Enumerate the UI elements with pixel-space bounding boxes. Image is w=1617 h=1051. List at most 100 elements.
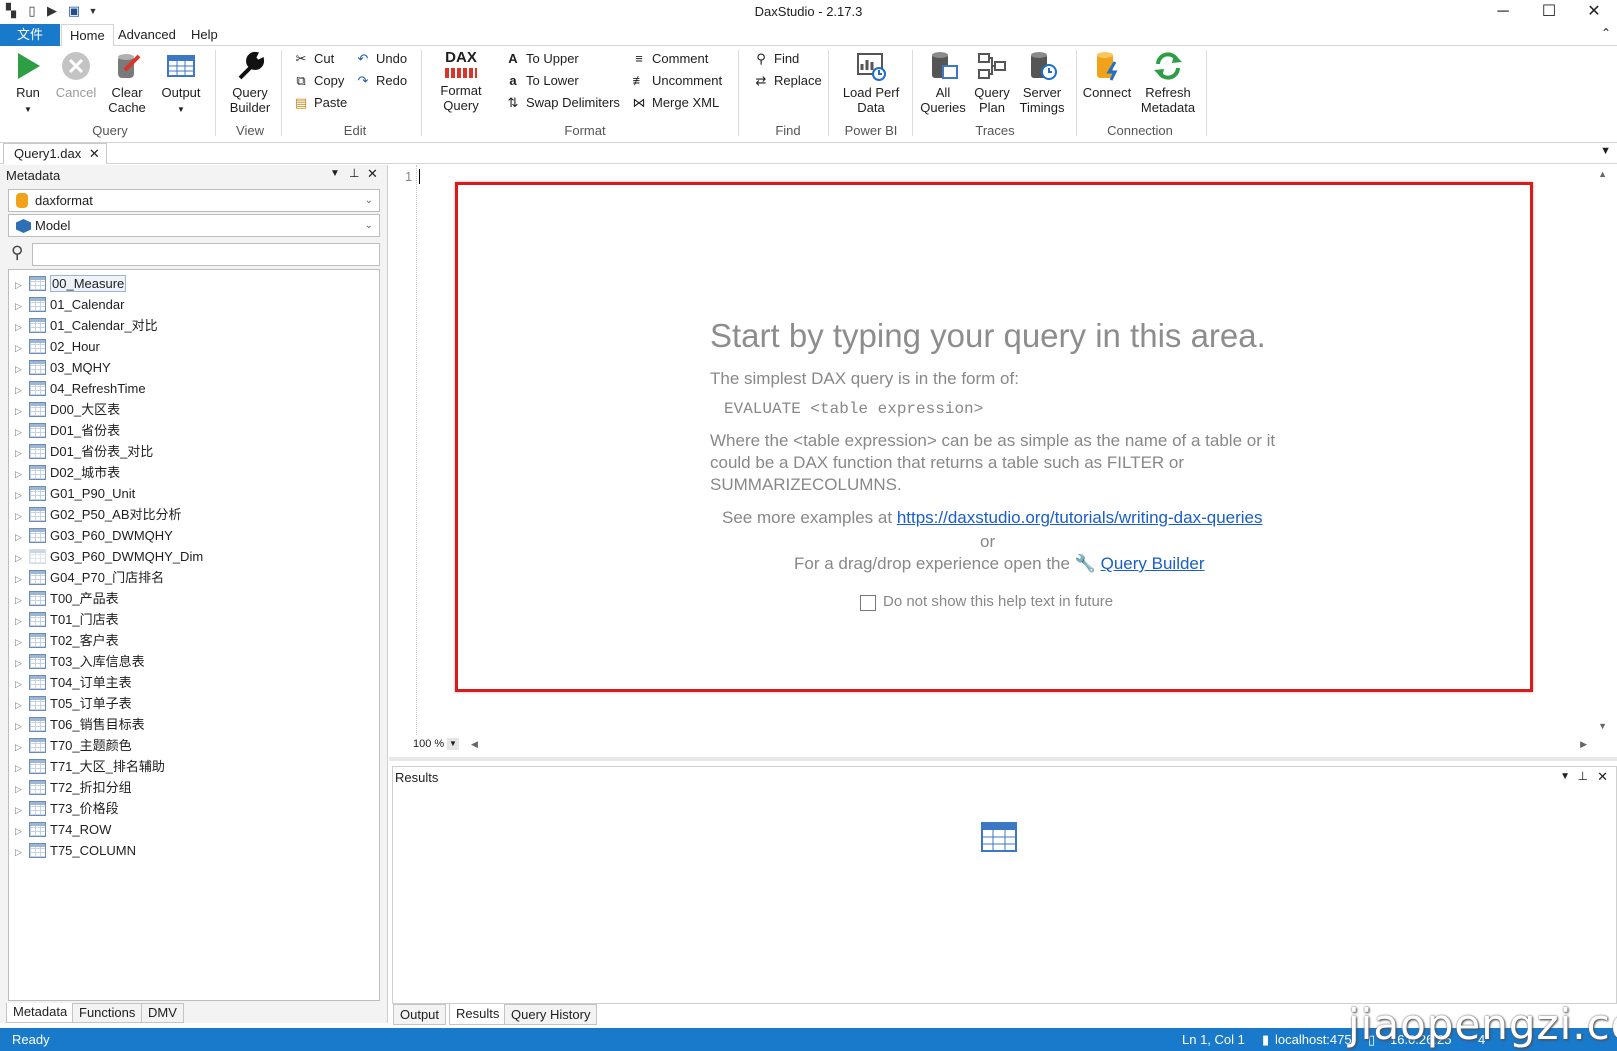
- query-editor[interactable]: 1 Start by typing your query in this are…: [389, 165, 1617, 761]
- tree-item-table[interactable]: ▷ 02_Hour: [9, 337, 100, 357]
- tree-item-table[interactable]: ▷ T72_折扣分组: [9, 778, 132, 798]
- tree-item-table[interactable]: ▷ T04_订单主表: [9, 673, 132, 693]
- to-lower-button[interactable]: a To Lower: [504, 72, 578, 90]
- swap-delimiters-button[interactable]: ⇅ Swap Delimiters: [504, 94, 620, 112]
- tree-item-table[interactable]: ▷ T73_价格段: [9, 799, 119, 819]
- run-button[interactable]: Run ▼: [6, 50, 50, 117]
- zoom-level[interactable]: 100 %: [413, 738, 444, 750]
- cut-button[interactable]: ✂ Cut: [292, 50, 335, 68]
- tab-dmv[interactable]: DMV: [141, 1003, 184, 1023]
- scroll-left-icon[interactable]: ◀: [471, 739, 478, 750]
- undo-button[interactable]: ↶ Undo: [354, 50, 408, 68]
- tree-item-table[interactable]: ▷ T03_入库信息表: [9, 652, 145, 672]
- expand-arrow-icon[interactable]: ▷: [15, 422, 29, 442]
- tree-item-table[interactable]: ▷ D01_省份表: [9, 421, 120, 441]
- expand-arrow-icon[interactable]: ▷: [15, 296, 29, 316]
- tree-item-table[interactable]: ▷ T02_客户表: [9, 631, 119, 651]
- tree-item-table[interactable]: ▷ D02_城市表: [9, 463, 120, 483]
- uncomment-button[interactable]: ≢ Uncomment: [630, 72, 723, 90]
- to-upper-button[interactable]: A To Upper: [504, 50, 578, 68]
- menu-file[interactable]: 文件: [0, 24, 60, 46]
- expand-arrow-icon[interactable]: ▷: [15, 821, 29, 841]
- output-button[interactable]: Output ▼: [156, 50, 206, 117]
- tree-item-table[interactable]: ▷ T74_ROW: [9, 820, 111, 840]
- tree-item-table[interactable]: ▷ D00_大区表: [9, 400, 120, 420]
- tree-item-table[interactable]: ▷ T75_COLUMN: [9, 841, 136, 861]
- cancel-button[interactable]: Cancel: [52, 50, 100, 100]
- tree-item-table[interactable]: ▷ T01_门店表: [9, 610, 119, 630]
- expand-arrow-icon[interactable]: ▷: [15, 590, 29, 610]
- scroll-up-icon[interactable]: ▲: [1598, 169, 1607, 179]
- find-button[interactable]: ⚲ Find: [752, 50, 799, 68]
- menu-advanced[interactable]: Advanced: [110, 24, 184, 46]
- load-perf-data-button[interactable]: Load Perf Data: [838, 50, 904, 115]
- tree-item-table[interactable]: ▷ 01_Calendar: [9, 295, 124, 315]
- tab-query-history[interactable]: Query History: [504, 1004, 598, 1025]
- format-query-button[interactable]: DAX Format Query: [432, 50, 490, 114]
- merge-xml-button[interactable]: ⋈ Merge XML: [630, 94, 720, 112]
- metadata-search-input[interactable]: [32, 243, 380, 266]
- expand-arrow-icon[interactable]: ▷: [15, 842, 29, 862]
- expand-arrow-icon[interactable]: ▷: [15, 443, 29, 463]
- tree-item-table[interactable]: ▷ T06_销售目标表: [9, 715, 145, 735]
- expand-arrow-icon[interactable]: ▷: [15, 380, 29, 400]
- pin-icon[interactable]: ⊥: [349, 166, 359, 180]
- model-select[interactable]: Model ⌄: [8, 214, 380, 237]
- expand-arrow-icon[interactable]: ▷: [15, 569, 29, 589]
- tree-item-table[interactable]: ▷ G03_P60_DWMQHY_Dim: [9, 547, 203, 567]
- metadata-tree[interactable]: ▷ 00_Measure ▷ 01_Calendar ▷ 01_Calendar_对比 ▷ 0…: [8, 269, 380, 1001]
- copy-button[interactable]: ⧉ Copy: [292, 72, 344, 90]
- expand-arrow-icon[interactable]: ▷: [15, 359, 29, 379]
- expand-arrow-icon[interactable]: ▷: [15, 317, 29, 337]
- expand-arrow-icon[interactable]: ▷: [15, 758, 29, 778]
- expand-arrow-icon[interactable]: ▷: [15, 737, 29, 757]
- expand-arrow-icon[interactable]: ▷: [15, 695, 29, 715]
- clear-cache-button[interactable]: Clear Cache: [104, 50, 150, 115]
- expand-arrow-icon[interactable]: ▷: [15, 716, 29, 736]
- expand-arrow-icon[interactable]: ▷: [15, 275, 29, 295]
- tree-item-table[interactable]: ▷ G04_P70_门店排名: [9, 568, 164, 588]
- all-queries-button[interactable]: All Queries: [918, 50, 968, 115]
- comment-button[interactable]: ≡ Comment: [630, 50, 708, 68]
- tree-item-table[interactable]: ▷ G02_P50_AB对比分析: [9, 505, 182, 525]
- tab-output[interactable]: Output: [393, 1004, 447, 1025]
- tree-item-table[interactable]: ▷ T05_订单子表: [9, 694, 132, 714]
- tree-item-table[interactable]: ▷ T00_产品表: [9, 589, 119, 609]
- expand-arrow-icon[interactable]: ▷: [15, 506, 29, 526]
- expand-arrow-icon[interactable]: ▷: [15, 779, 29, 799]
- expand-arrow-icon[interactable]: ▷: [15, 548, 29, 568]
- expand-arrow-icon[interactable]: ▷: [15, 800, 29, 820]
- maximize-button[interactable]: ☐: [1526, 0, 1572, 24]
- pin-icon[interactable]: ⊥: [1578, 769, 1588, 783]
- refresh-metadata-button[interactable]: Refresh Metadata: [1136, 50, 1200, 115]
- query-builder-button[interactable]: Query Builder: [224, 50, 276, 115]
- tree-item-table[interactable]: ▷ 00_Measure: [9, 274, 127, 295]
- tree-item-table[interactable]: ▷ 04_RefreshTime: [9, 379, 146, 399]
- expand-arrow-icon[interactable]: ▷: [15, 338, 29, 358]
- close-window-button[interactable]: ✕: [1571, 0, 1617, 24]
- close-tab-icon[interactable]: ✕: [89, 146, 100, 161]
- query-builder-link[interactable]: Query Builder: [1101, 554, 1205, 573]
- tree-item-table[interactable]: ▷ G01_P90_Unit: [9, 484, 135, 504]
- redo-button[interactable]: ↷ Redo: [354, 72, 408, 90]
- splitter[interactable]: [389, 757, 1617, 761]
- zoom-dropdown-icon[interactable]: ▼: [447, 738, 459, 750]
- scroll-right-icon[interactable]: ▶: [1580, 739, 1587, 750]
- expand-arrow-icon[interactable]: ▷: [15, 674, 29, 694]
- panel-close-icon[interactable]: ✕: [1597, 769, 1608, 785]
- collapse-ribbon-icon[interactable]: ⌃: [1601, 26, 1611, 40]
- menu-help[interactable]: Help: [183, 24, 226, 46]
- server-timings-button[interactable]: Server Timings: [1016, 50, 1068, 115]
- tree-item-table[interactable]: ▷ T70_主题颜色: [9, 736, 132, 756]
- expand-arrow-icon[interactable]: ▷: [15, 527, 29, 547]
- tab-results[interactable]: Results: [449, 1004, 507, 1025]
- tutorial-link[interactable]: https://daxstudio.org/tutorials/writing-…: [897, 508, 1263, 527]
- tab-functions[interactable]: Functions: [72, 1003, 143, 1023]
- expand-arrow-icon[interactable]: ▷: [15, 611, 29, 631]
- expand-arrow-icon[interactable]: ▷: [15, 485, 29, 505]
- query-plan-button[interactable]: Query Plan: [968, 50, 1016, 115]
- tree-item-table[interactable]: ▷ 01_Calendar_对比: [9, 316, 158, 336]
- tree-item-table[interactable]: ▷ 03_MQHY: [9, 358, 111, 378]
- panel-dropdown-icon[interactable]: ▼: [330, 168, 340, 179]
- tree-item-table[interactable]: ▷ D01_省份表_对比: [9, 442, 153, 462]
